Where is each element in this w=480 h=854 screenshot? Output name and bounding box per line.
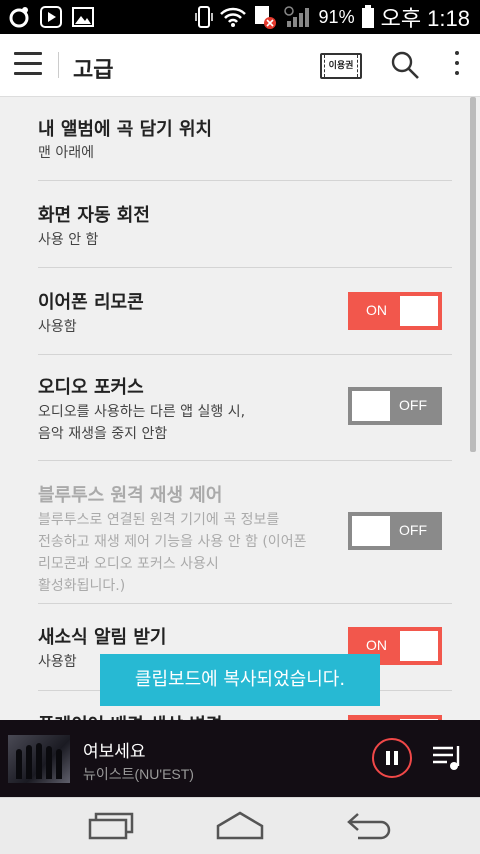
system-nav-bar xyxy=(0,797,480,854)
pause-button[interactable] xyxy=(372,738,412,778)
toast-message: 클립보드에 복사되었습니다. xyxy=(100,654,380,706)
toggle-label: ON xyxy=(366,302,387,318)
audio-focus-toggle[interactable]: OFF xyxy=(348,387,442,425)
search-icon[interactable] xyxy=(390,50,420,80)
header-divider xyxy=(58,52,59,78)
toggle-knob xyxy=(400,296,438,326)
gallery-icon xyxy=(72,7,94,27)
setting-title: 오디오 포커스 xyxy=(38,377,144,398)
notification-icons xyxy=(8,6,94,28)
battery-icon xyxy=(361,5,374,28)
playlist-icon[interactable] xyxy=(432,743,466,773)
wifi-icon xyxy=(219,7,246,27)
earphone-remote-toggle[interactable]: ON xyxy=(348,292,442,330)
toggle-knob xyxy=(352,391,390,421)
setting-auto-rotate[interactable]: 화면 자동 회전 사용 안 함 xyxy=(38,181,452,268)
status-bar: 91% 오후 1:18 xyxy=(0,0,480,34)
bluetooth-remote-toggle: OFF xyxy=(348,512,442,550)
signal-icon xyxy=(283,6,309,27)
toggle-label: ON xyxy=(366,637,387,653)
system-icons: 91% 오후 1:18 xyxy=(194,4,470,31)
ticket-button[interactable]: 이용권 xyxy=(320,53,362,79)
setting-title: 내 앨범에 곡 담기 위치 xyxy=(38,119,213,140)
setting-subtitle: 사용 안 함 xyxy=(38,232,99,248)
recent-apps-icon[interactable] xyxy=(86,808,136,842)
setting-subtitle: 맨 아래에 xyxy=(38,145,94,161)
clock: 오후 1:18 xyxy=(380,6,470,31)
setting-title: 블루투스 원격 재생 제어 xyxy=(38,485,223,506)
play-app-icon xyxy=(40,6,62,28)
setting-subtitle: 사용함 xyxy=(38,654,77,670)
toggle-knob xyxy=(352,516,390,546)
artist-name: 뉴이스트(NU'EST) xyxy=(83,766,194,782)
app-bar: 고급 이용권 xyxy=(0,34,480,97)
setting-title: 새소식 알림 받기 xyxy=(38,627,167,648)
setting-title: 이어폰 리모콘 xyxy=(38,292,144,313)
home-icon[interactable] xyxy=(215,808,265,842)
setting-earphone-remote[interactable]: 이어폰 리모콘 사용함 ON xyxy=(38,268,452,355)
setting-subtitle: 블루투스로 연결된 원격 기기에 곡 정보를 전송하고 재생 제어 기능을 사용… xyxy=(38,512,307,594)
vibrate-icon xyxy=(194,6,213,28)
toggle-label: OFF xyxy=(399,397,427,413)
camera-app-icon xyxy=(9,7,29,28)
setting-bluetooth-remote: 블루투스 원격 재생 제어 블루투스로 연결된 원격 기기에 곡 정보를 전송하… xyxy=(38,461,452,604)
sim-alert-icon xyxy=(254,6,276,29)
toggle-label: OFF xyxy=(399,522,427,538)
toggle-knob xyxy=(400,631,438,661)
mini-player[interactable]: 여보세요 뉴이스트(NU'EST) xyxy=(0,720,480,797)
setting-audio-focus[interactable]: 오디오 포커스 오디오를 사용하는 다른 앱 실행 시, 음악 재생을 중지 안… xyxy=(38,355,452,461)
album-art[interactable] xyxy=(8,735,70,783)
setting-subtitle: 사용함 xyxy=(38,319,77,335)
menu-button[interactable] xyxy=(14,52,42,78)
song-title: 여보세요 xyxy=(83,742,146,762)
ticket-label: 이용권 xyxy=(324,55,358,77)
setting-title: 화면 자동 회전 xyxy=(38,205,150,226)
more-options-icon[interactable] xyxy=(450,51,464,79)
page-title: 고급 xyxy=(73,58,114,83)
settings-list[interactable]: 내 앨범에 곡 담기 위치 맨 아래에 화면 자동 회전 사용 안 함 이어폰 … xyxy=(0,97,480,720)
scrollbar[interactable] xyxy=(470,97,476,452)
battery-percent: 91% xyxy=(318,6,355,27)
setting-title: 플레이어 배경 색상 변경 xyxy=(38,711,222,720)
setting-album-add-position[interactable]: 내 앨범에 곡 담기 위치 맨 아래에 xyxy=(38,97,452,181)
setting-subtitle: 오디오를 사용하는 다른 앱 실행 시, 음악 재생을 중지 안함 xyxy=(38,404,246,442)
back-icon[interactable] xyxy=(344,808,394,842)
